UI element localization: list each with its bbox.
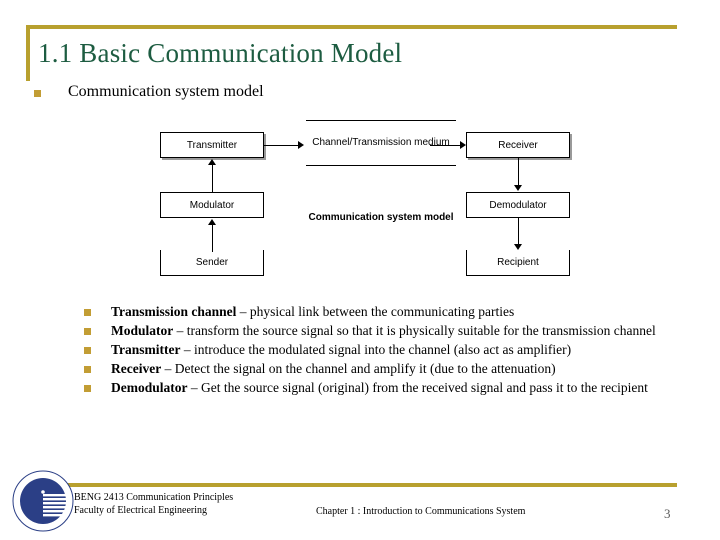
definition-text: Demodulator – Get the source signal (ori… [111,379,648,397]
definition-description: physical link between the communicating … [249,304,515,319]
list-item: Transmission channel – physical link bet… [84,303,676,321]
arrow-sender-to-modulator-head [208,219,216,225]
footer-chapter-label: Chapter 1 : Introduction to Communicatio… [316,506,526,517]
definition-term: Transmitter [111,342,181,357]
bullet-square-icon [84,366,91,373]
definition-term: Demodulator [111,380,188,395]
diagram-box-sender: Sender [160,250,264,276]
bullet-square-icon [84,309,91,316]
arrow-demodulator-to-recipient-line [518,218,519,246]
arrow-transmitter-to-channel-head [298,141,304,149]
definition-dash: – [236,304,250,319]
diagram-box-recipient: Recipient [466,250,570,276]
definition-dash: – [187,380,201,395]
bullet-square-icon [34,90,41,97]
list-item: Modulator – transform the source signal … [84,322,676,340]
arrow-modulator-to-transmitter-line [212,164,213,192]
footer-course-line: BENG 2413 Communication Principles [74,492,234,503]
footer-faculty-line: Faculty of Electrical Engineering [74,505,208,516]
list-item: Transmitter – introduce the modulated si… [84,341,676,359]
arrow-demodulator-to-recipient-head [514,244,522,250]
page-title: 1.1 Basic Communication Model [38,38,403,68]
definition-term: Receiver [111,361,162,376]
communication-model-diagram: Transmitter Modulator Sender Channel/Tra… [148,112,592,280]
arrow-receiver-to-demodulator-head [514,185,522,191]
definition-description: transform the source signal so that it i… [186,323,656,338]
definition-text: Transmission channel – physical link bet… [111,303,514,321]
diagram-caption: Communication system model [308,212,454,223]
main-bullet-item: Communication system model [34,83,264,101]
definition-description: introduce the modulated signal into the … [193,342,572,357]
bullet-square-icon [84,385,91,392]
definition-text: Receiver – Detect the signal on the chan… [111,360,556,378]
definition-term: Modulator [111,323,174,338]
bullet-square-icon [84,347,91,354]
diagram-box-receiver: Receiver [466,132,570,158]
arrow-transmitter-to-channel-line [264,145,300,146]
title-top-rule [26,25,677,29]
diagram-box-modulator: Modulator [160,192,264,218]
diagram-box-transmitter: Transmitter [160,132,264,158]
title-left-rule [26,25,30,81]
definition-dash: – [180,342,194,357]
diagram-box-sender-label: Sender [195,257,229,268]
definition-text: Modulator – transform the source signal … [111,322,656,340]
footer-rule [60,483,677,487]
diagram-box-demodulator: Demodulator [466,192,570,218]
list-item: Receiver – Detect the signal on the chan… [84,360,676,378]
bullet-square-icon [84,328,91,335]
arrow-sender-to-modulator-line [212,224,213,252]
footer-course-info: BENG 2413 Communication Principles Facul… [74,491,233,517]
definition-dash: – [173,323,187,338]
university-logo [12,470,74,532]
definition-description: Detect the signal on the channel and amp… [174,361,556,376]
arrow-channel-to-receiver-head [460,141,466,149]
page-number: 3 [664,506,671,521]
arrow-receiver-to-demodulator-line [518,158,519,186]
definition-description: Get the source signal (original) from th… [201,380,648,395]
definition-dash: – [161,361,175,376]
main-bullet-label: Communication system model [68,83,264,100]
arrow-channel-to-receiver-line [430,145,462,146]
diagram-box-modulator-label: Modulator [189,199,235,211]
diagram-box-channel-label: Channel/Transmission medium [312,136,450,148]
diagram-box-receiver-label: Receiver [498,139,538,151]
diagram-box-transmitter-label: Transmitter [186,139,238,151]
diagram-box-channel: Channel/Transmission medium [306,120,456,166]
diagram-box-recipient-label: Recipient [497,257,539,268]
definitions-list: Transmission channel – physical link bet… [84,303,676,398]
definition-text: Transmitter – introduce the modulated si… [111,341,571,359]
list-item: Demodulator – Get the source signal (ori… [84,379,676,397]
arrow-modulator-to-transmitter-head [208,159,216,165]
diagram-box-demodulator-label: Demodulator [489,199,547,211]
definition-term: Transmission channel [111,304,237,319]
